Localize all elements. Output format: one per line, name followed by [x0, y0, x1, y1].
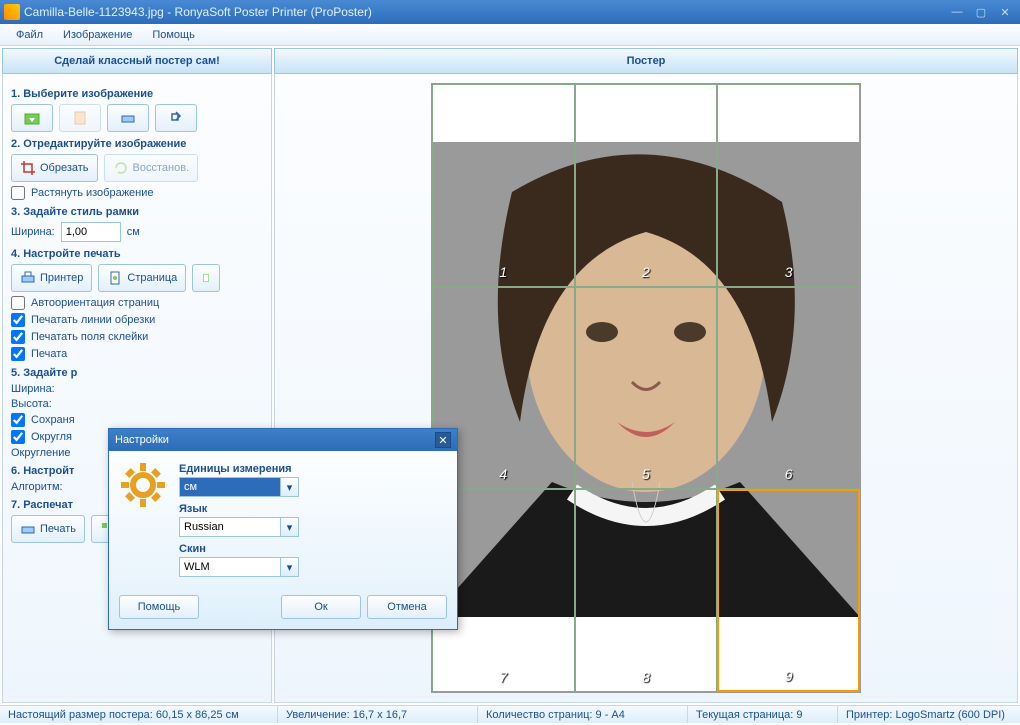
step2-label: 2. Отредактируйте изображение: [11, 138, 263, 150]
page-plus-icon: [201, 270, 211, 286]
skin-select[interactable]: WLM▾: [179, 557, 299, 577]
menubar: Файл Изображение Помощь: [0, 24, 1020, 46]
page-button[interactable]: Страница: [98, 264, 186, 292]
language-select[interactable]: Russian▾: [179, 517, 299, 537]
dialog-cancel-button[interactable]: Отмена: [367, 595, 447, 619]
scan-button[interactable]: [107, 104, 149, 132]
scanner-icon: [120, 110, 136, 126]
maximize-button[interactable]: ▢: [970, 4, 992, 20]
step5-label: 5. Задайте р: [11, 367, 263, 379]
keep-checkbox[interactable]: Сохраня: [11, 413, 263, 427]
printer-icon: [20, 270, 36, 286]
dialog-titlebar[interactable]: Настройки ✕: [109, 429, 457, 451]
chevron-down-icon: ▾: [280, 558, 298, 576]
current-tile[interactable]: 9: [717, 489, 860, 692]
auto-orient-checkbox[interactable]: Автоориентация страниц: [11, 296, 263, 310]
lang-label: Язык: [179, 503, 447, 515]
poster-grid: 1 2 3 4 5 6 7 8 9: [432, 84, 860, 692]
app-icon: [4, 4, 20, 20]
crop-icon: [20, 160, 36, 176]
dialog-ok-button[interactable]: Ок: [281, 595, 361, 619]
step1-label: 1. Выберите изображение: [11, 88, 263, 100]
sidebar-header: Сделай классный постер сам!: [2, 48, 272, 74]
status-current: Текущая страница: 9: [688, 706, 838, 723]
poster-canvas: 1 2 3 4 5 6 7 8 9: [431, 83, 861, 693]
settings-dialog: Настройки ✕ Единицы измерения см▾ Язык R…: [108, 428, 458, 630]
units-label: Единицы измерения: [179, 463, 447, 475]
print-icon: [20, 521, 36, 537]
page-icon: [107, 270, 123, 286]
chevron-down-icon: ▾: [280, 518, 298, 536]
gear-icon: [119, 461, 167, 509]
print-other-checkbox[interactable]: Печата: [11, 347, 263, 361]
minimize-button[interactable]: —: [946, 4, 968, 20]
main-header: Постер: [274, 48, 1018, 74]
close-button[interactable]: ✕: [994, 4, 1016, 20]
dialog-help-button[interactable]: Помощь: [119, 595, 199, 619]
status-printer: Принтер: LogoSmartz (600 DPI): [838, 706, 1020, 723]
restore-icon: [113, 160, 129, 176]
paste-button[interactable]: [59, 104, 101, 132]
step3-label: 3. Задайте стиль рамки: [11, 206, 263, 218]
open-icon: [24, 110, 40, 126]
menu-file[interactable]: Файл: [6, 26, 53, 44]
dialog-close-button[interactable]: ✕: [435, 432, 451, 448]
page-extra-button[interactable]: [192, 264, 220, 292]
stretch-checkbox[interactable]: Растянуть изображение: [11, 186, 263, 200]
status-pages: Количество страниц: 9 - A4: [478, 706, 688, 723]
print-button[interactable]: Печать: [11, 515, 85, 543]
export-button[interactable]: [155, 104, 197, 132]
printer-button[interactable]: Принтер: [11, 264, 92, 292]
statusbar: Настоящий размер постера: 60,15 x 86,25 …: [0, 705, 1020, 723]
chevron-down-icon: ▾: [280, 478, 298, 496]
print-glue-checkbox[interactable]: Печатать поля склейки: [11, 330, 263, 344]
titlebar: Camilla-Belle-1123943.jpg - RonyaSoft Po…: [0, 0, 1020, 24]
clipboard-icon: [72, 110, 88, 126]
status-size: Настоящий размер постера: 60,15 x 86,25 …: [0, 706, 278, 723]
menu-image[interactable]: Изображение: [53, 26, 142, 44]
menu-help[interactable]: Помощь: [142, 26, 205, 44]
status-zoom: Увеличение: 16,7 x 16,7: [278, 706, 478, 723]
units-select[interactable]: см▾: [179, 477, 299, 497]
restore-button[interactable]: Восстанов.: [104, 154, 199, 182]
window-title: Camilla-Belle-1123943.jpg - RonyaSoft Po…: [24, 5, 944, 19]
width-input[interactable]: [61, 222, 121, 242]
step4-label: 4. Настройте печать: [11, 248, 263, 260]
print-crop-checkbox[interactable]: Печатать линии обрезки: [11, 313, 263, 327]
export-icon: [168, 110, 184, 126]
skin-label: Скин: [179, 543, 447, 555]
width-label: Ширина:: [11, 226, 55, 238]
open-image-button[interactable]: [11, 104, 53, 132]
crop-button[interactable]: Обрезать: [11, 154, 98, 182]
